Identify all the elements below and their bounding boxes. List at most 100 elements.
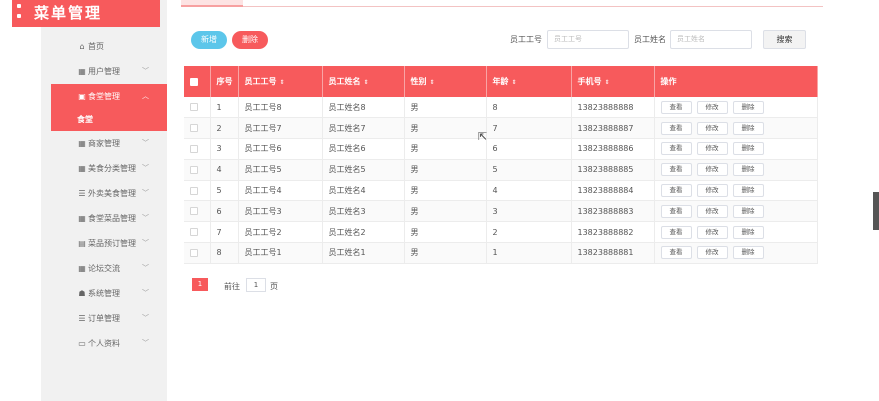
delete-row-button[interactable]: 删除 <box>732 121 764 135</box>
cell-gender: 男 <box>404 97 487 119</box>
cell-emp-name: 员工姓名5 <box>322 159 405 181</box>
sidebar-item-0[interactable]: ⌂ 首页 <box>41 34 167 59</box>
sidebar-item-5[interactable]: ☰ 外卖美食管理 ﹀ <box>41 181 167 206</box>
app-logo: 菜单管理 <box>12 0 160 27</box>
chevron-down-icon: ﹀ <box>142 339 149 347</box>
col-header-age[interactable]: 年龄 ⇕ <box>486 66 572 97</box>
sidebar-item-10[interactable]: ☰ 订单管理 ﹀ <box>41 306 167 331</box>
cell-index: 2 <box>210 117 239 140</box>
view-button[interactable]: 查看 <box>660 121 692 135</box>
cell-actions: 查看 修改 删除 <box>654 242 818 264</box>
sort-icon: ⇕ <box>279 79 285 86</box>
delete-row-button[interactable]: 删除 <box>732 204 764 218</box>
delete-button[interactable]: 删除 <box>232 31 268 49</box>
sidebar-item-4[interactable]: ▦ 美食分类管理 ﹀ <box>41 156 167 181</box>
cell-emp-no: 员工工号2 <box>238 221 323 244</box>
edit-button[interactable]: 修改 <box>696 225 728 239</box>
emp-no-input[interactable]: 员工工号 <box>547 30 629 49</box>
delete-row-button[interactable]: 删除 <box>732 246 764 260</box>
table-row: 7 员工工号2 员工姓名2 男 2 13823888882 查看 修改 删除 <box>184 221 818 244</box>
cell-age: 8 <box>486 97 572 119</box>
delete-row-button[interactable]: 删除 <box>732 142 764 156</box>
table-row: 4 员工工号5 员工姓名5 男 5 13823888885 查看 修改 删除 <box>184 159 818 181</box>
cell-actions: 查看 修改 删除 <box>654 180 818 202</box>
cell-emp-no: 员工工号8 <box>238 97 323 119</box>
cell-gender: 男 <box>404 200 487 223</box>
grid-icon: ▦ <box>78 214 86 223</box>
pagination-goto-prefix: 前往 <box>224 282 240 291</box>
select-all-checkbox[interactable] <box>184 66 211 97</box>
delete-row-button[interactable]: 删除 <box>732 100 764 114</box>
row-checkbox[interactable] <box>184 138 211 160</box>
add-button[interactable]: 新增 <box>191 31 227 49</box>
cell-index: 7 <box>210 221 239 244</box>
col-header-phone[interactable]: 手机号 ⇕ <box>571 66 655 97</box>
sidebar-item-label: 系统管理 <box>88 289 120 298</box>
edit-button[interactable]: 修改 <box>696 204 728 218</box>
edit-button[interactable]: 修改 <box>696 246 728 260</box>
sidebar-item-6[interactable]: ▦ 食堂菜品管理 ﹀ <box>41 206 167 231</box>
cell-gender: 男 <box>404 138 487 160</box>
col-header-gender[interactable]: 性别 ⇕ <box>404 66 487 97</box>
cell-phone: 13823888887 <box>571 117 655 140</box>
cell-emp-name: 员工姓名2 <box>322 221 405 244</box>
sidebar-item-8[interactable]: ▦ 论坛交流 ﹀ <box>41 256 167 281</box>
sidebar-item-label: 用户管理 <box>88 67 120 76</box>
cell-phone: 13823888883 <box>571 200 655 223</box>
row-checkbox[interactable] <box>184 97 211 119</box>
edit-button[interactable]: 修改 <box>696 184 728 198</box>
sidebar-item-2[interactable]: ▣ 食堂管理 ︿ <box>51 84 167 109</box>
view-button[interactable]: 查看 <box>660 184 692 198</box>
row-checkbox[interactable] <box>184 117 211 140</box>
view-button[interactable]: 查看 <box>660 204 692 218</box>
delete-row-button[interactable]: 删除 <box>732 163 764 177</box>
col-header-emp-no[interactable]: 员工工号 ⇕ <box>238 66 323 97</box>
col-header-emp-name[interactable]: 员工姓名 ⇕ <box>322 66 405 97</box>
delete-row-button[interactable]: 删除 <box>732 184 764 198</box>
pagination-goto-suffix: 页 <box>270 282 278 291</box>
cell-emp-name: 员工姓名8 <box>322 97 405 119</box>
scrollbar-handle[interactable] <box>873 192 879 230</box>
sidebar-subitem[interactable]: 食堂 <box>51 109 167 131</box>
emp-name-input[interactable]: 员工姓名 <box>670 30 752 49</box>
cell-phone: 13823888888 <box>571 97 655 119</box>
cell-age: 5 <box>486 159 572 181</box>
sidebar-item-11[interactable]: ▭ 个人资料 ﹀ <box>41 331 167 356</box>
cell-index: 4 <box>210 159 239 181</box>
pagination-goto-input[interactable]: 1 <box>246 278 266 292</box>
edit-button[interactable]: 修改 <box>696 100 728 114</box>
edit-button[interactable]: 修改 <box>696 142 728 156</box>
cell-gender: 男 <box>404 159 487 181</box>
row-checkbox[interactable] <box>184 180 211 202</box>
view-button[interactable]: 查看 <box>660 100 692 114</box>
delete-row-button[interactable]: 删除 <box>732 225 764 239</box>
sidebar-item-3[interactable]: ▦ 商家管理 ﹀ <box>41 131 167 156</box>
search-button[interactable]: 搜索 <box>763 30 806 49</box>
cell-actions: 查看 修改 删除 <box>654 117 818 140</box>
tab-active-indicator[interactable] <box>181 0 243 7</box>
row-checkbox[interactable] <box>184 221 211 244</box>
chevron-down-icon: ﹀ <box>142 264 149 272</box>
sidebar-item-1[interactable]: ▦ 用户管理 ﹀ <box>41 59 167 84</box>
sidebar-item-label: 食堂管理 <box>88 92 120 101</box>
chevron-down-icon: ﹀ <box>142 314 149 322</box>
view-button[interactable]: 查看 <box>660 142 692 156</box>
sidebar-item-7[interactable]: ▤ 菜品预订管理 ﹀ <box>41 231 167 256</box>
view-button[interactable]: 查看 <box>660 225 692 239</box>
row-checkbox[interactable] <box>184 159 211 181</box>
list-icon: ☰ <box>78 189 86 198</box>
sidebar-item-9[interactable]: ☗ 系统管理 ﹀ <box>41 281 167 306</box>
pagination-current-page[interactable]: 1 <box>192 278 208 291</box>
view-button[interactable]: 查看 <box>660 163 692 177</box>
row-checkbox[interactable] <box>184 200 211 223</box>
cell-index: 6 <box>210 200 239 223</box>
cell-emp-no: 员工工号4 <box>238 180 323 202</box>
view-button[interactable]: 查看 <box>660 246 692 260</box>
cell-emp-name: 员工姓名3 <box>322 200 405 223</box>
edit-button[interactable]: 修改 <box>696 121 728 135</box>
chevron-up-icon: ︿ <box>142 92 149 100</box>
document-icon: ▣ <box>78 92 86 101</box>
cell-emp-no: 员工工号5 <box>238 159 323 181</box>
row-checkbox[interactable] <box>184 242 211 264</box>
edit-button[interactable]: 修改 <box>696 163 728 177</box>
